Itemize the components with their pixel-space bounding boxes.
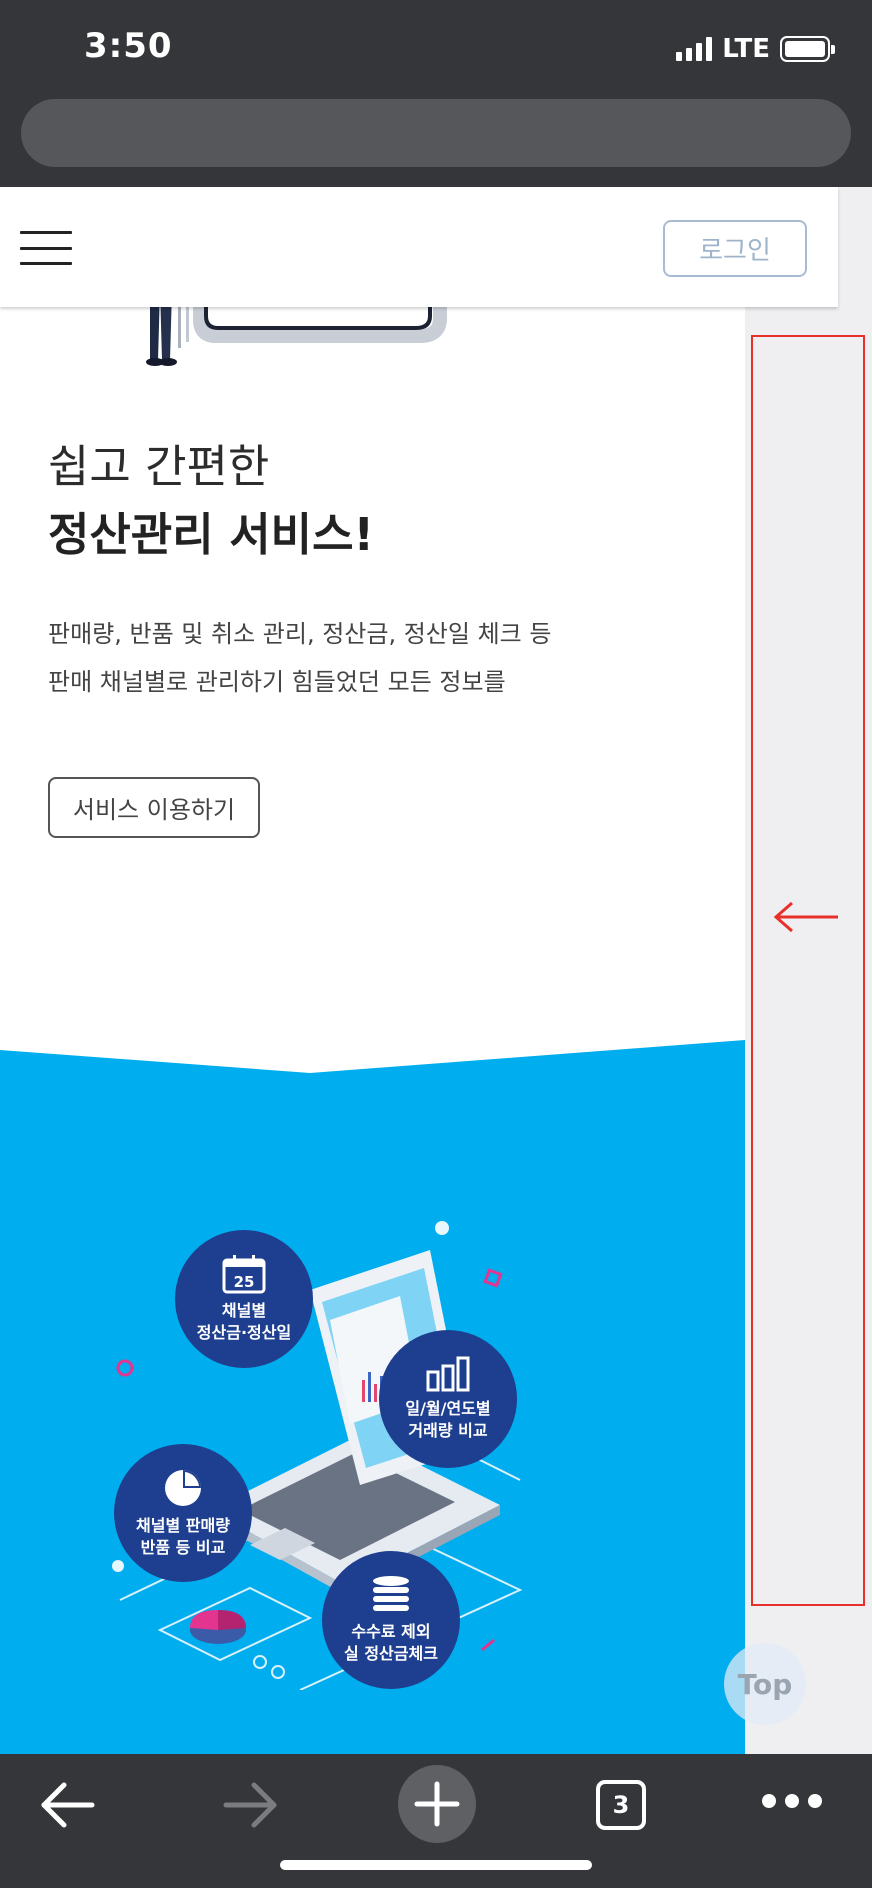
bar-chart-icon xyxy=(426,1356,470,1392)
hero-description: 판매량, 반품 및 취소 관리, 정산금, 정산일 체크 등 판매 채널별로 관… xyxy=(48,610,668,706)
feature-line: 정산금·정산일 xyxy=(196,1323,292,1342)
hero-description-line: 판매량, 반품 및 취소 관리, 정산금, 정산일 체크 등 xyxy=(48,620,552,648)
coin-stack-icon xyxy=(373,1576,409,1611)
feature-line: 채널별 판매량 xyxy=(136,1516,230,1535)
feature-sales-compare: 채널별 판매량 반품 등 비교 xyxy=(114,1444,252,1582)
hero-headline-bold: 정산관리 서비스! xyxy=(48,508,374,561)
back-arrow-icon[interactable] xyxy=(38,1780,96,1830)
home-indicator xyxy=(280,1860,592,1870)
pie-chart-icon xyxy=(165,1470,201,1506)
feature-line: 일/월/연도별 xyxy=(405,1399,491,1418)
feature-settlement-date: 25 채널별 정산금·정산일 xyxy=(175,1230,313,1368)
new-tab-button[interactable] xyxy=(398,1765,476,1843)
tab-switcher-button[interactable]: 3 xyxy=(596,1780,646,1830)
forward-arrow-icon[interactable] xyxy=(222,1780,280,1830)
status-time: 3:50 xyxy=(84,26,173,66)
feature-line: 채널별 xyxy=(221,1301,267,1320)
feature-line: 수수료 제외 xyxy=(351,1622,431,1641)
status-indicators: LTE xyxy=(676,34,835,64)
url-bar[interactable] xyxy=(21,99,851,167)
site-header: 로그인 xyxy=(0,187,838,307)
battery-icon xyxy=(780,36,835,62)
calendar-day: 25 xyxy=(234,1273,255,1291)
scroll-top-button[interactable]: Top xyxy=(724,1643,806,1725)
plus-icon xyxy=(414,1781,460,1827)
feature-line: 거래량 비교 xyxy=(408,1421,488,1440)
feature-volume-compare: 일/월/연도별 거래량 비교 xyxy=(379,1330,517,1468)
login-button[interactable]: 로그인 xyxy=(663,220,807,277)
swipe-highlight-box xyxy=(751,335,865,1606)
hero-description-line: 판매 채널별로 관리하기 힘들었던 모든 정보를 xyxy=(48,668,506,696)
status-bar: 3:50 LTE xyxy=(0,0,872,187)
feature-net-settlement: 수수료 제외 실 정산금체크 xyxy=(322,1551,460,1689)
feature-line: 반품 등 비교 xyxy=(140,1538,226,1557)
network-type: LTE xyxy=(722,34,770,64)
service-start-button[interactable]: 서비스 이용하기 xyxy=(48,777,260,838)
feature-line: 실 정산금체크 xyxy=(344,1644,438,1663)
arrow-left-icon xyxy=(773,901,838,933)
menu-icon[interactable] xyxy=(20,231,72,265)
signal-icon xyxy=(676,37,713,61)
more-menu-icon[interactable] xyxy=(762,1794,822,1808)
calendar-icon: 25 xyxy=(222,1255,266,1294)
hero-headline-light: 쉽고 간편한 xyxy=(48,440,270,493)
